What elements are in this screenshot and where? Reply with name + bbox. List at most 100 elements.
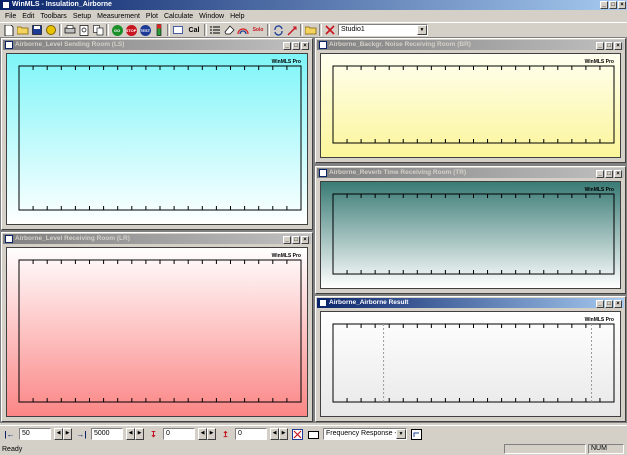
minimize-button[interactable]: _ [283,236,291,244]
window-title: Airborne_Reverb Time Receiving Room (TR) [329,169,467,176]
menu-toolbars[interactable]: Toolbars [37,13,69,20]
rainbow-icon[interactable] [237,24,249,36]
menu-setup[interactable]: Setup [70,13,94,20]
minimize-button[interactable]: _ [283,42,291,50]
upper-level-field[interactable]: 0 [235,428,267,440]
start-frequency-spinner[interactable]: ◀ ▶ [54,428,72,440]
menu-calculate[interactable]: Calculate [161,13,196,20]
spin-left-icon[interactable]: ◀ [198,428,207,440]
menu-edit[interactable]: Edit [19,13,37,20]
window-icon[interactable] [319,169,327,177]
setup-select[interactable]: Studio1 ▼ [338,24,428,36]
end-frequency-spinner[interactable]: ◀ ▶ [126,428,144,440]
plot-area-icon[interactable] [307,428,320,440]
window-icon[interactable] [319,299,327,307]
minimize-button[interactable]: _ [596,300,604,308]
maximize-button[interactable]: □ [292,236,300,244]
toolbar-separator [300,24,303,36]
window-title-bar[interactable]: Airborne_Level Sending Room (LS) _ □ × [3,40,311,50]
close-button[interactable]: × [301,236,309,244]
print-icon[interactable] [64,24,76,36]
spin-left-icon[interactable]: ◀ [270,428,279,440]
window-airborne-result[interactable]: Airborne_Airborne Result _ □ × WinMLS Pro [315,296,626,422]
upper-level-spinner[interactable]: ◀ ▶ [270,428,288,440]
save-icon[interactable] [31,24,43,36]
eraser-icon[interactable] [223,24,235,36]
plot-area[interactable]: WinMLS Pro [320,53,621,158]
solo-button[interactable]: Solo [251,24,265,36]
print-preview-icon[interactable] [78,24,90,36]
window-title-bar[interactable]: Airborne_Level Receiving Room (LR) _ □ × [3,234,311,244]
app-icon[interactable] [2,1,10,9]
maximize-button[interactable]: □ [605,170,613,178]
window-title-bar[interactable]: Airborne_Airborne Result _ □ × [317,298,624,308]
menu-file[interactable]: File [2,13,19,20]
menu-measurement[interactable]: Measurement [94,13,143,20]
window-icon[interactable] [5,235,13,243]
chevron-down-icon[interactable]: ▼ [396,429,406,439]
cursor-tool-icon[interactable] [286,24,298,36]
plot-area[interactable]: WinMLS Pro [6,247,308,417]
refresh-icon[interactable] [272,24,284,36]
window-icon[interactable] [172,24,184,36]
level-meter-icon[interactable] [153,24,165,36]
plot-area[interactable]: WinMLS Pro [320,311,621,417]
folder-icon[interactable] [305,24,317,36]
delete-icon[interactable] [324,24,336,36]
new-file-icon[interactable] [3,24,15,36]
spin-right-icon[interactable]: ▶ [63,428,72,440]
menu-window[interactable]: Window [196,13,227,20]
spin-right-icon[interactable]: ▶ [279,428,288,440]
stop-button[interactable]: STOP [125,24,137,36]
copy-icon[interactable] [92,24,104,36]
window-title: Airborne_Backgr. Noise Receiving Room (B… [329,41,471,48]
chevron-down-icon[interactable]: ▼ [417,25,427,35]
spin-left-icon[interactable]: ◀ [126,428,135,440]
plot-settings-icon[interactable] [410,428,423,440]
end-frequency-icon[interactable]: →| [75,428,88,440]
window-title-bar[interactable]: Airborne_Reverb Time Receiving Room (TR)… [317,168,624,178]
window-icon[interactable] [5,41,13,49]
menu-plot[interactable]: Plot [143,13,161,20]
upper-level-icon[interactable]: ↥ [219,428,232,440]
open-folder-icon[interactable] [17,24,29,36]
lower-level-icon[interactable]: ↧ [147,428,160,440]
end-frequency-field[interactable]: 5000 [91,428,123,440]
maximize-button[interactable]: □ [605,42,613,50]
test-button[interactable]: TEST [139,24,151,36]
window-reverb-time[interactable]: Airborne_Reverb Time Receiving Room (TR)… [315,166,626,294]
plot-area[interactable]: WinMLS Pro [6,53,308,225]
minimize-button[interactable]: _ [596,42,604,50]
close-button[interactable]: × [614,300,622,308]
start-frequency-field[interactable]: 50 [19,428,51,440]
calibrate-button[interactable]: Cal [186,24,202,36]
menu-help[interactable]: Help [227,13,247,20]
info-icon[interactable] [45,24,57,36]
go-measure-button[interactable]: GO [111,24,123,36]
list-icon[interactable] [209,24,221,36]
window-level-sending-room[interactable]: Airborne_Level Sending Room (LS) _ □ × Win… [1,38,313,230]
maximize-button[interactable]: □ [605,300,613,308]
plot-type-select[interactable]: Frequency Response - S ▼ [323,428,407,440]
zoom-fit-icon[interactable] [291,428,304,440]
close-button[interactable]: × [614,42,622,50]
minimize-button[interactable]: _ [596,170,604,178]
maximize-button[interactable]: □ [292,42,300,50]
close-button[interactable]: × [618,1,626,9]
window-title-bar[interactable]: Airborne_Backgr. Noise Receiving Room (B… [317,40,624,50]
minimize-button[interactable]: _ [600,1,608,9]
plot-area[interactable]: WinMLS Pro [320,181,621,289]
start-frequency-icon[interactable]: |← [3,428,16,440]
lower-level-field[interactable]: 0 [163,428,195,440]
window-icon[interactable] [319,41,327,49]
status-pane [504,444,586,454]
spin-right-icon[interactable]: ▶ [207,428,216,440]
close-button[interactable]: × [614,170,622,178]
window-background-noise[interactable]: Airborne_Backgr. Noise Receiving Room (B… [315,38,626,163]
spin-right-icon[interactable]: ▶ [135,428,144,440]
window-level-receiving-room[interactable]: Airborne_Level Receiving Room (LR) _ □ × W… [1,232,313,422]
maximize-button[interactable]: □ [609,1,617,9]
spin-left-icon[interactable]: ◀ [54,428,63,440]
lower-level-spinner[interactable]: ◀ ▶ [198,428,216,440]
close-button[interactable]: × [301,42,309,50]
